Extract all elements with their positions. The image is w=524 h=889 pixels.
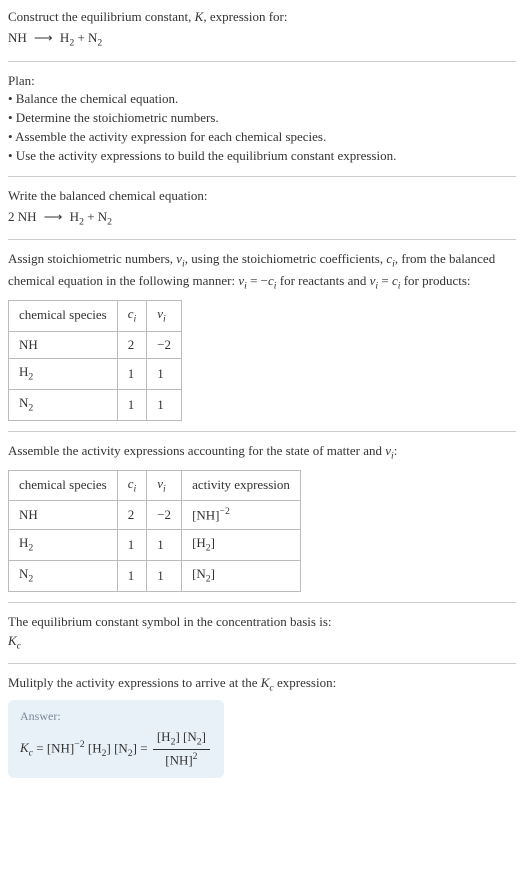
balanced-section: Write the balanced chemical equation: 2 … (8, 187, 516, 230)
cell-ci: 1 (117, 359, 147, 390)
col-vi: νi (147, 470, 182, 501)
divider (8, 239, 516, 240)
divider (8, 663, 516, 664)
table-row: H2 1 1 (9, 359, 182, 390)
cell-ci: 2 (117, 501, 147, 530)
cell-species: NH (9, 501, 118, 530)
plan-item: • Use the activity expressions to build … (8, 147, 516, 166)
arrow-icon: ⟶ (44, 208, 63, 227)
cell-species: N2 (9, 390, 118, 421)
table-row: H2 1 1 [H2] (9, 530, 301, 561)
cell-ci: 1 (117, 390, 147, 421)
cell-vi: 1 (147, 561, 182, 592)
answer-box: Answer: Kc = [NH]−2 [H2] [N2] = [H2] [N2… (8, 700, 224, 778)
table-row: N2 1 1 (9, 390, 182, 421)
cell-ci: 1 (117, 561, 147, 592)
cell-vi: 1 (147, 530, 182, 561)
plan-item: • Assemble the activity expression for e… (8, 128, 516, 147)
divider (8, 176, 516, 177)
cell-expr: [N2] (182, 561, 301, 592)
cell-species: N2 (9, 561, 118, 592)
divider (8, 61, 516, 62)
text: , using the stoichiometric coefficients, (185, 251, 387, 266)
balanced-title: Write the balanced chemical equation: (8, 187, 516, 206)
stoich-section: Assign stoichiometric numbers, νi , using… (8, 250, 516, 420)
multiply-section: Mulitply the activity expressions to arr… (8, 674, 516, 778)
text: Mulitply the activity expressions to arr… (8, 675, 261, 690)
answer-label: Answer: (20, 708, 212, 725)
text: : (394, 443, 398, 458)
cell-vi: −2 (147, 501, 182, 530)
cell-species: NH (9, 331, 118, 359)
activity-table: chemical species ci νi activity expressi… (8, 470, 301, 592)
denominator: [NH]2 (153, 750, 210, 770)
stoich-table: chemical species ci νi NH 2 −2 H2 1 1 N2… (8, 300, 182, 421)
cell-expr: [H2] (182, 530, 301, 561)
header-section: Construct the equilibrium constant, K, e… (8, 8, 516, 51)
table-row: NH 2 −2 [NH]−2 (9, 501, 301, 530)
cell-expr: [NH]−2 (182, 501, 301, 530)
col-activity: activity expression (182, 470, 301, 501)
col-ci: ci (117, 300, 147, 331)
multiply-title: Mulitply the activity expressions to arr… (8, 674, 516, 696)
cell-vi: −2 (147, 331, 182, 359)
plan-section: Plan: • Balance the chemical equation. •… (8, 72, 516, 166)
activity-section: Assemble the activity expressions accoun… (8, 442, 516, 592)
text: expression: (274, 675, 336, 690)
plan-item: • Determine the stoichiometric numbers. (8, 109, 516, 128)
table-header-row: chemical species ci νi (9, 300, 182, 331)
text: Assemble the activity expressions accoun… (8, 443, 385, 458)
symbol-title: The equilibrium constant symbol in the c… (8, 613, 516, 632)
stoich-intro: Assign stoichiometric numbers, νi, using… (8, 250, 516, 293)
symbol-value: Kc (8, 632, 516, 654)
activity-intro: Assemble the activity expressions accoun… (8, 442, 516, 464)
table-header-row: chemical species ci νi activity expressi… (9, 470, 301, 501)
balanced-equation: 2 NH ⟶ H2 + N2 (8, 208, 516, 230)
text: for products: (400, 273, 470, 288)
text: for reactants and (277, 273, 370, 288)
cell-ci: 2 (117, 331, 147, 359)
numerator: [H2] [N2] (153, 728, 210, 751)
table-row: N2 1 1 [N2] (9, 561, 301, 592)
divider (8, 602, 516, 603)
col-species: chemical species (9, 300, 118, 331)
cell-species: H2 (9, 530, 118, 561)
col-ci: ci (117, 470, 147, 501)
cell-ci: 1 (117, 530, 147, 561)
arrow-icon: ⟶ (34, 29, 53, 48)
cell-vi: 1 (147, 359, 182, 390)
answer-expression: Kc = [NH]−2 [H2] [N2] = [H2] [N2] [NH]2 (20, 728, 212, 771)
unbalanced-equation: NH ⟶ H2 + N2 (8, 29, 516, 51)
divider (8, 431, 516, 432)
title-line1: Construct the equilibrium constant, K, e… (8, 8, 516, 27)
text: Assign stoichiometric numbers, (8, 251, 176, 266)
cell-species: H2 (9, 359, 118, 390)
col-species: chemical species (9, 470, 118, 501)
col-vi: νi (147, 300, 182, 331)
cell-vi: 1 (147, 390, 182, 421)
plan-item: • Balance the chemical equation. (8, 90, 516, 109)
table-row: NH 2 −2 (9, 331, 182, 359)
symbol-section: The equilibrium constant symbol in the c… (8, 613, 516, 654)
fraction: [H2] [N2] [NH]2 (153, 728, 210, 771)
plan-title: Plan: (8, 72, 516, 91)
